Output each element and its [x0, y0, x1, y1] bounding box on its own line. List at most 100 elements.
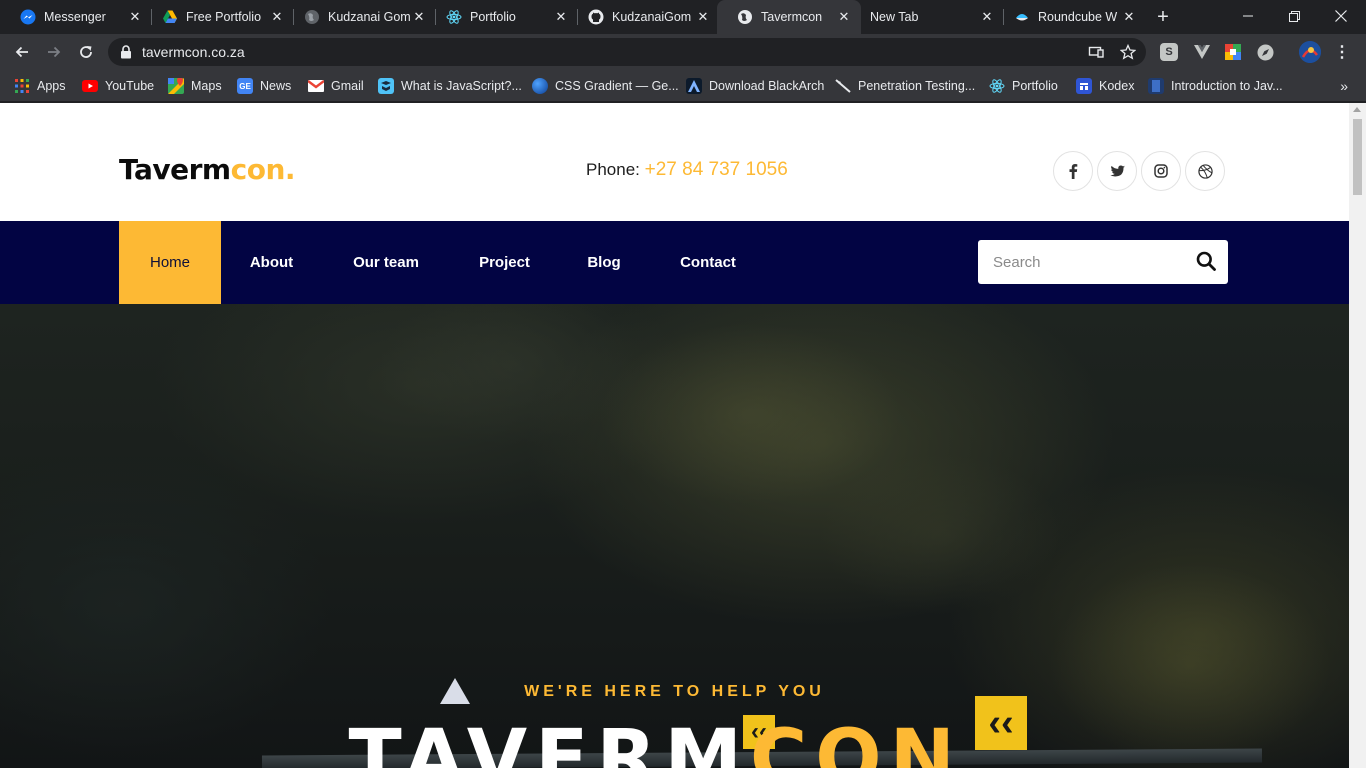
nav-our-team[interactable]: Our team [322, 221, 450, 304]
bookmark-youtube[interactable]: YouTube [82, 76, 154, 96]
bookmark-portfolio[interactable]: Portfolio [989, 76, 1058, 96]
globe-icon [304, 9, 320, 25]
tab-kudzanai-gom[interactable]: Kudzanai Gom ✕ [284, 0, 436, 34]
bookmark-apps[interactable]: Apps [14, 76, 66, 96]
bookmark-gmail[interactable]: Gmail [308, 76, 364, 96]
bookmark-label: Introduction to Jav... [1171, 79, 1283, 93]
search-box [978, 240, 1228, 284]
kodex-icon [1076, 78, 1092, 94]
extension-colorzilla-icon[interactable] [1224, 43, 1242, 61]
roundcube-icon [1014, 9, 1030, 25]
bookmark-label: Kodex [1099, 79, 1135, 93]
tab-title: Portfolio [470, 10, 516, 24]
close-icon[interactable]: ✕ [270, 10, 284, 24]
search-input[interactable] [978, 240, 1178, 284]
back-button[interactable] [8, 38, 36, 66]
tab-title: Roundcube W [1038, 10, 1118, 24]
new-tab-button[interactable]: + [1151, 5, 1175, 29]
dribbble-icon [1197, 163, 1213, 179]
bookmark-pentest[interactable]: Penetration Testing... [835, 76, 975, 96]
bookmark-label: CSS Gradient — Ge... [555, 79, 679, 93]
chevron-double-right-icon[interactable]: » [1340, 78, 1348, 94]
nav-project[interactable]: Project [450, 221, 559, 304]
bookmarks-bar: Apps YouTube Maps GE News Gmail What is … [0, 70, 1366, 102]
extension-s-icon[interactable]: S [1160, 43, 1178, 61]
hero-title-accent: CON. [750, 714, 1001, 768]
close-window-button[interactable] [1318, 0, 1364, 32]
dribbble-link[interactable] [1185, 151, 1225, 191]
tab-github[interactable]: KudzanaiGom ✕ [568, 0, 720, 34]
tab-messenger[interactable]: Messenger ✕ [0, 0, 152, 34]
react-icon [446, 9, 462, 25]
tab-title: New Tab [870, 10, 919, 24]
site-logo[interactable]: Tavermcon. [119, 153, 296, 186]
twitter-link[interactable] [1097, 151, 1137, 191]
close-icon[interactable]: ✕ [412, 10, 426, 24]
phone-contact: Phone: +27 84 737 1056 [586, 159, 788, 181]
close-icon[interactable]: ✕ [980, 10, 994, 24]
lock-icon[interactable] [120, 45, 132, 64]
bookmark-label: Maps [191, 79, 222, 93]
tab-title: Tavermcon [761, 10, 823, 24]
tab-portfolio[interactable]: Portfolio ✕ [426, 0, 578, 34]
twitter-icon [1109, 165, 1125, 176]
menu-dots-icon[interactable]: ⋮ [1333, 43, 1351, 61]
scroll-up-arrow[interactable] [1353, 107, 1361, 112]
minimize-button[interactable] [1225, 0, 1271, 32]
tab-title: Kudzanai Gom [328, 10, 411, 24]
tab-title: Free Portfolio [186, 10, 262, 24]
page-scrollbar[interactable] [1349, 103, 1366, 768]
bookmark-intro-java[interactable]: Introduction to Jav... [1148, 76, 1283, 96]
address-bar[interactable]: tavermcon.co.za [108, 38, 1146, 66]
bookmark-label: Portfolio [1012, 79, 1058, 93]
close-icon[interactable]: ✕ [696, 10, 710, 24]
bookmark-blackarch[interactable]: Download BlackArch [686, 76, 824, 96]
bookmark-maps[interactable]: Maps [168, 76, 222, 96]
bookmark-javascript[interactable]: What is JavaScript?... [378, 76, 522, 96]
tab-free-portfolio[interactable]: Free Portfolio ✕ [142, 0, 294, 34]
bookmark-kodex[interactable]: Kodex [1076, 76, 1134, 96]
browser-tab-strip: Messenger ✕ Free Portfolio ✕ Kudzanai Go… [0, 0, 1366, 34]
reload-button[interactable] [72, 38, 100, 66]
extension-compass-icon[interactable] [1256, 43, 1274, 61]
browser-toolbar: tavermcon.co.za S ⋮ [0, 34, 1366, 70]
reload-icon [80, 46, 92, 58]
forward-button[interactable] [40, 38, 68, 66]
close-icon[interactable]: ✕ [128, 10, 142, 24]
nav-blog[interactable]: Blog [559, 221, 649, 304]
gmail-icon [308, 78, 324, 94]
bookmark-star-icon[interactable] [1119, 43, 1137, 65]
avatar[interactable] [1299, 41, 1321, 63]
bookmark-news[interactable]: GE News [237, 76, 291, 96]
main-navbar: Home About Our team Project Blog Contact [0, 221, 1349, 304]
tab-roundcube[interactable]: Roundcube W ✕ [994, 0, 1146, 34]
extension-vue-icon[interactable] [1193, 43, 1211, 61]
search-button[interactable] [1196, 251, 1216, 276]
maps-icon [168, 78, 184, 94]
url-text[interactable]: tavermcon.co.za [142, 44, 245, 60]
tab-tavermcon[interactable]: Tavermcon ✕ [717, 0, 861, 34]
nav-contact[interactable]: Contact [649, 221, 767, 304]
close-icon[interactable]: ✕ [1122, 10, 1136, 24]
tab-title: KudzanaiGom [612, 10, 692, 24]
facebook-link[interactable] [1053, 151, 1093, 191]
hero-foliage [820, 454, 1060, 614]
doc-icon [1148, 78, 1164, 94]
search-icon [1196, 251, 1216, 271]
cast-icon[interactable] [1088, 44, 1104, 65]
bookmark-css-gradient[interactable]: CSS Gradient — Ge... [532, 76, 679, 96]
bookmark-label: Download BlackArch [709, 79, 825, 93]
logo-main: Taverm [119, 153, 231, 186]
instagram-link[interactable] [1141, 151, 1181, 191]
restore-button[interactable] [1271, 0, 1317, 32]
logo-accent: con. [230, 153, 296, 186]
facebook-icon [1069, 164, 1078, 179]
nav-about[interactable]: About [221, 221, 322, 304]
tab-new-tab[interactable]: New Tab ✕ [852, 0, 1004, 34]
scrollbar-thumb[interactable] [1353, 119, 1362, 195]
phone-number[interactable]: +27 84 737 1056 [645, 159, 788, 180]
nav-home[interactable]: Home [119, 221, 221, 304]
close-icon[interactable]: ✕ [837, 10, 851, 24]
close-icon[interactable]: ✕ [554, 10, 568, 24]
blackarch-icon [686, 78, 702, 94]
